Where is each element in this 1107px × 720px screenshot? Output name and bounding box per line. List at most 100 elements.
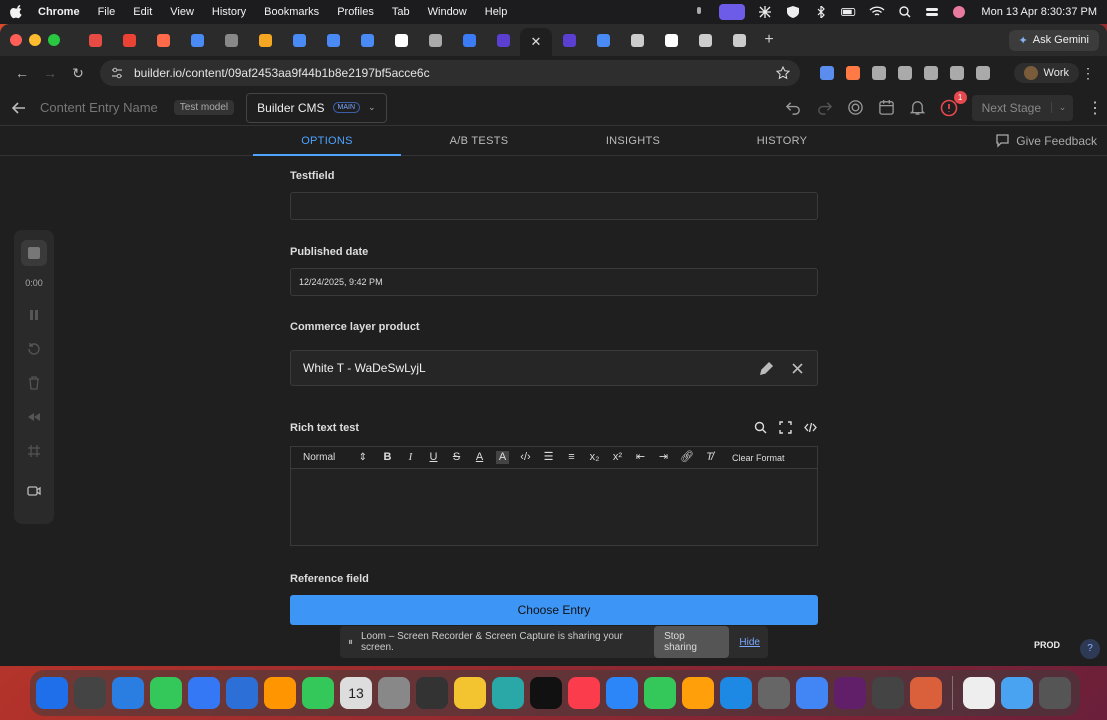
browser-tab[interactable] xyxy=(552,24,586,56)
search-icon[interactable] xyxy=(897,6,913,18)
tab-history[interactable]: HISTORY xyxy=(708,126,856,156)
browser-tab[interactable] xyxy=(316,24,350,56)
close-icon[interactable] xyxy=(790,361,805,376)
profile-button[interactable]: Work xyxy=(1013,63,1079,83)
pause-sharing-icon[interactable]: ⏸︎ xyxy=(348,637,353,648)
browser-tab[interactable] xyxy=(146,24,180,56)
browser-tab[interactable] xyxy=(486,24,520,56)
outdent-icon[interactable]: ⇤ xyxy=(634,451,647,464)
extension-icon[interactable] xyxy=(846,66,860,80)
published-date-input[interactable]: 12/24/2025, 9:42 PM xyxy=(290,268,818,296)
dock-app-icon[interactable] xyxy=(644,677,676,709)
next-stage-button[interactable]: Next Stage ⌄ xyxy=(971,94,1073,121)
notification-bell-icon[interactable] xyxy=(909,99,926,116)
dock-app-icon[interactable] xyxy=(264,677,296,709)
dock-app-icon[interactable] xyxy=(834,677,866,709)
ask-gemini-button[interactable]: ✦ Ask Gemini xyxy=(1008,29,1099,51)
fullscreen-icon[interactable] xyxy=(779,421,792,434)
space-selector[interactable]: Builder CMS MAIN ⌄ xyxy=(246,92,387,123)
zoom-window-button[interactable] xyxy=(48,34,60,46)
extension-icon[interactable] xyxy=(950,66,964,80)
dock-app-icon[interactable] xyxy=(758,677,790,709)
choose-entry-button[interactable]: Choose Entry xyxy=(290,595,818,625)
extension-icon[interactable] xyxy=(924,66,938,80)
menu-history[interactable]: History xyxy=(212,6,246,18)
redo-icon[interactable] xyxy=(816,99,833,116)
browser-menu-icon[interactable]: ⋮ xyxy=(1079,65,1097,82)
grid-icon[interactable] xyxy=(27,444,41,458)
menu-help[interactable]: Help xyxy=(485,6,508,18)
browser-tab[interactable] xyxy=(620,24,654,56)
menu-edit[interactable]: Edit xyxy=(133,6,152,18)
restart-icon[interactable] xyxy=(27,342,41,356)
dock-app-icon[interactable] xyxy=(910,677,942,709)
ordered-list-icon[interactable]: ☰ xyxy=(542,451,555,464)
link-icon[interactable]: 🔗︎ xyxy=(680,451,694,464)
dock-app-icon[interactable] xyxy=(1001,677,1033,709)
apple-logo-icon[interactable] xyxy=(10,5,24,19)
testfield-input[interactable] xyxy=(290,192,818,220)
close-tab-icon[interactable]: ✕ xyxy=(531,34,542,50)
user-avatar-icon[interactable] xyxy=(953,6,966,18)
back-arrow-icon[interactable] xyxy=(10,99,28,117)
dock-app-icon[interactable] xyxy=(226,677,258,709)
help-button[interactable]: ? xyxy=(1080,639,1100,659)
menu-view[interactable]: View xyxy=(170,6,194,18)
browser-tab[interactable] xyxy=(112,24,146,56)
camera-icon[interactable] xyxy=(27,484,41,498)
menu-profiles[interactable]: Profiles xyxy=(337,6,374,18)
stop-recording-button[interactable] xyxy=(21,240,47,266)
schedule-calendar-icon[interactable] xyxy=(878,99,895,116)
calendar-app-icon[interactable]: 13 xyxy=(340,677,372,709)
targeting-icon[interactable] xyxy=(847,99,864,116)
extension-icon[interactable] xyxy=(872,66,886,80)
dock-app-icon[interactable] xyxy=(416,677,448,709)
content-entry-name-input[interactable]: Content Entry Name xyxy=(40,100,158,115)
code-view-icon[interactable] xyxy=(804,421,817,434)
menu-window[interactable]: Window xyxy=(428,6,467,18)
more-options-icon[interactable]: ⋮ xyxy=(1087,98,1103,118)
menu-file[interactable]: File xyxy=(98,6,116,18)
superscript-icon[interactable]: x² xyxy=(611,451,624,464)
pencil-edit-icon[interactable] xyxy=(759,361,774,376)
browser-tab[interactable] xyxy=(586,24,620,56)
tab-insights[interactable]: INSIGHTS xyxy=(559,126,707,156)
clear-format-label[interactable]: Clear Format xyxy=(732,453,785,463)
commerce-product-field[interactable]: White T - WaDeSwLyjL xyxy=(290,350,818,386)
clear-format-icon[interactable]: T̸ xyxy=(703,451,716,464)
browser-tab[interactable] xyxy=(214,24,248,56)
minimize-window-button[interactable] xyxy=(29,34,41,46)
give-feedback-button[interactable]: Give Feedback xyxy=(995,133,1097,148)
perplexity-icon[interactable] xyxy=(757,6,773,18)
browser-tab[interactable] xyxy=(180,24,214,56)
indent-icon[interactable]: ⇥ xyxy=(657,451,670,464)
alerts-button[interactable]: 1 xyxy=(940,90,967,117)
dock-app-icon[interactable] xyxy=(682,677,714,709)
hide-sharing-bar-button[interactable]: Hide xyxy=(739,637,760,648)
site-settings-icon[interactable] xyxy=(110,66,124,80)
close-window-button[interactable] xyxy=(10,34,22,46)
bookmark-star-icon[interactable] xyxy=(776,66,790,80)
dock-app-icon[interactable] xyxy=(530,677,562,709)
dock-app-icon[interactable] xyxy=(492,677,524,709)
dock-app-icon[interactable] xyxy=(302,677,334,709)
trash-icon[interactable] xyxy=(27,376,41,390)
extension-icon[interactable] xyxy=(820,66,834,80)
subscript-icon[interactable]: x₂ xyxy=(588,451,601,464)
dock-app-icon[interactable] xyxy=(378,677,410,709)
browser-tab[interactable] xyxy=(248,24,282,56)
bold-icon[interactable]: B xyxy=(381,451,394,464)
browser-tab[interactable] xyxy=(688,24,722,56)
dock-app-icon[interactable] xyxy=(963,677,995,709)
dock-app-icon[interactable] xyxy=(188,677,220,709)
url-text[interactable]: builder.io/content/09af2453aa9f44b1b8e21… xyxy=(134,66,430,80)
format-select[interactable]: Normal ⇕ xyxy=(303,452,367,463)
dock-app-icon[interactable] xyxy=(36,677,68,709)
dock-app-icon[interactable] xyxy=(74,677,106,709)
extension-icon[interactable] xyxy=(898,66,912,80)
text-color-icon[interactable]: A xyxy=(473,451,486,464)
highlight-color-icon[interactable]: A xyxy=(496,451,509,464)
forward-button[interactable]: → xyxy=(38,61,62,85)
wifi-icon[interactable] xyxy=(869,6,885,18)
dock-app-icon[interactable] xyxy=(150,677,182,709)
